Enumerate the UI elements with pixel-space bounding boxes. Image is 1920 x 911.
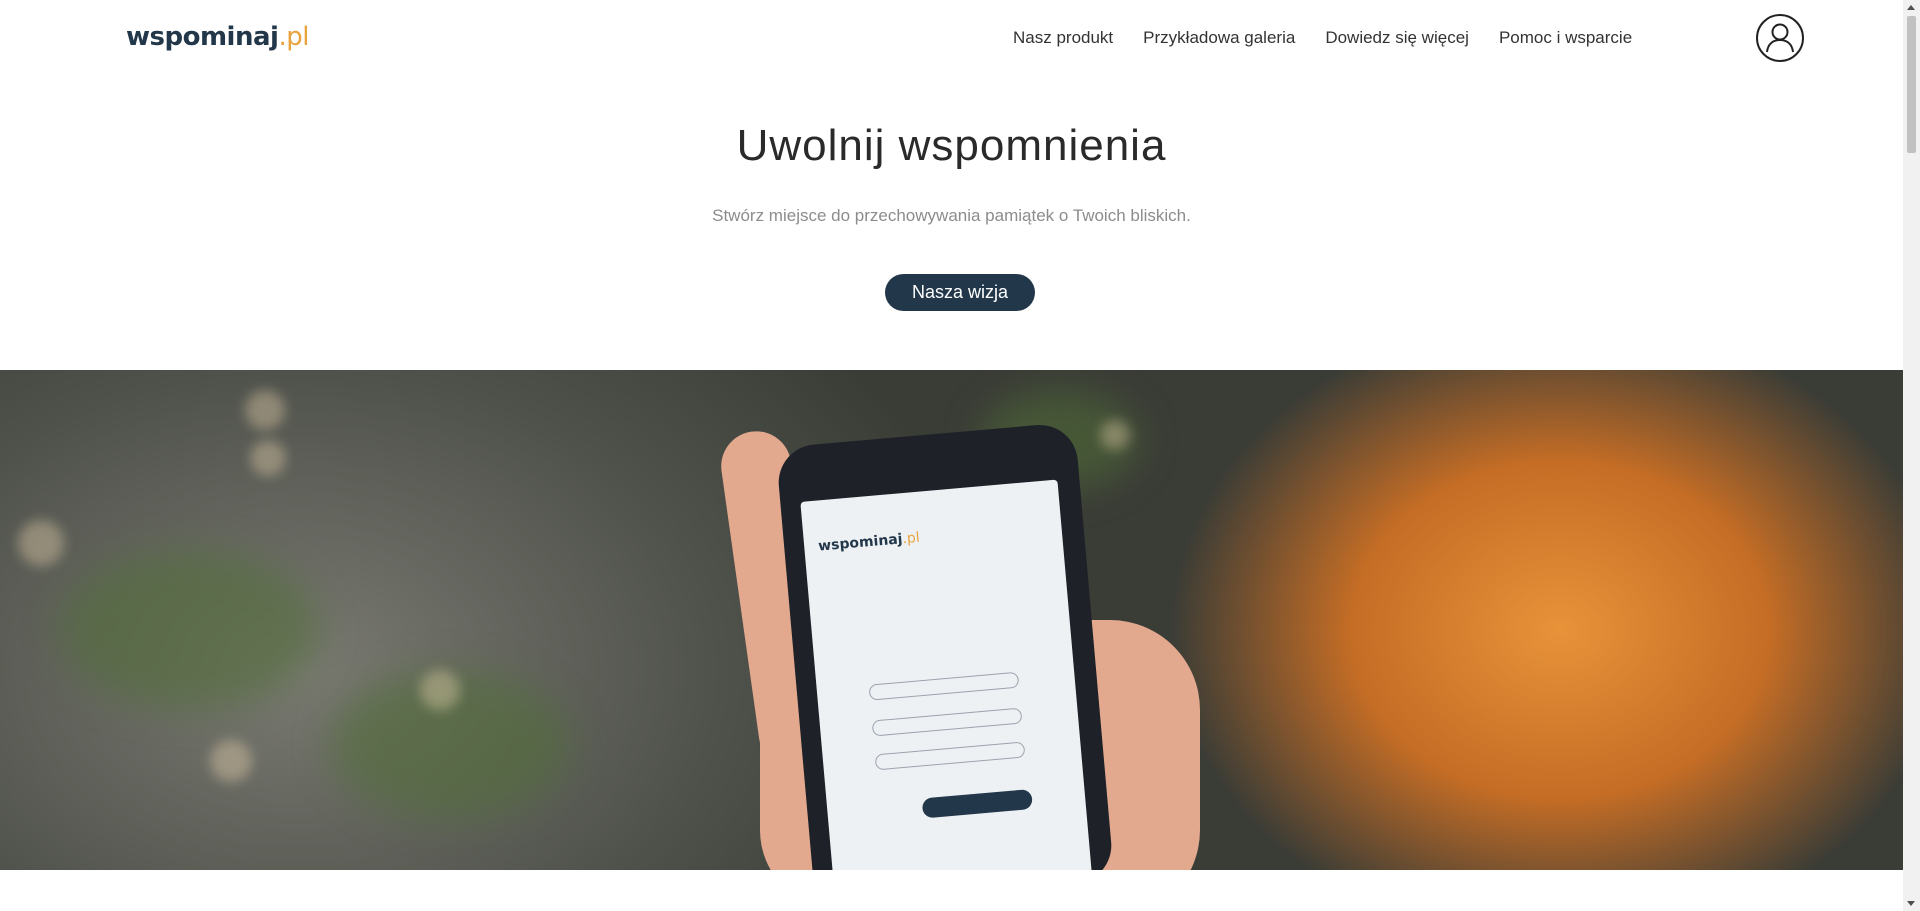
- our-vision-button[interactable]: Nasza wizja: [885, 274, 1035, 311]
- user-account-icon[interactable]: [1756, 14, 1804, 62]
- phone-screen: wspominaj.pl: [800, 479, 1094, 870]
- hero-title: Uwolnij wspomnienia: [736, 121, 1167, 170]
- hero-photo: wspominaj.pl: [0, 370, 1903, 870]
- nav-item-gallery[interactable]: Przykładowa galeria: [1143, 28, 1295, 48]
- logo-suffix-text: .pl: [278, 22, 309, 52]
- main-nav: Nasz produkt Przykładowa galeria Dowiedz…: [1013, 28, 1662, 48]
- hero-subtitle: Stwórz miejsce do przechowywania pamiąte…: [712, 206, 1191, 225]
- page-scrollbar[interactable]: [1903, 0, 1920, 911]
- site-logo[interactable]: wspominaj.pl: [126, 22, 309, 52]
- phone-logo: wspominaj.pl: [817, 529, 921, 555]
- scroll-up-arrow-icon[interactable]: [1907, 5, 1915, 10]
- nav-item-product[interactable]: Nasz produkt: [1013, 28, 1113, 48]
- scrollbar-thumb[interactable]: [1907, 16, 1916, 153]
- site-header: wspominaj.pl Nasz produkt Przykładowa ga…: [0, 0, 1903, 78]
- nav-item-help[interactable]: Pomoc i wsparcie: [1499, 28, 1632, 48]
- nav-item-learn-more[interactable]: Dowiedz się więcej: [1325, 28, 1469, 48]
- scroll-down-arrow-icon[interactable]: [1907, 901, 1915, 906]
- logo-main-text: wspominaj: [126, 22, 279, 52]
- user-silhouette-icon: [1766, 23, 1794, 53]
- smartphone-image: wspominaj.pl: [775, 421, 1115, 870]
